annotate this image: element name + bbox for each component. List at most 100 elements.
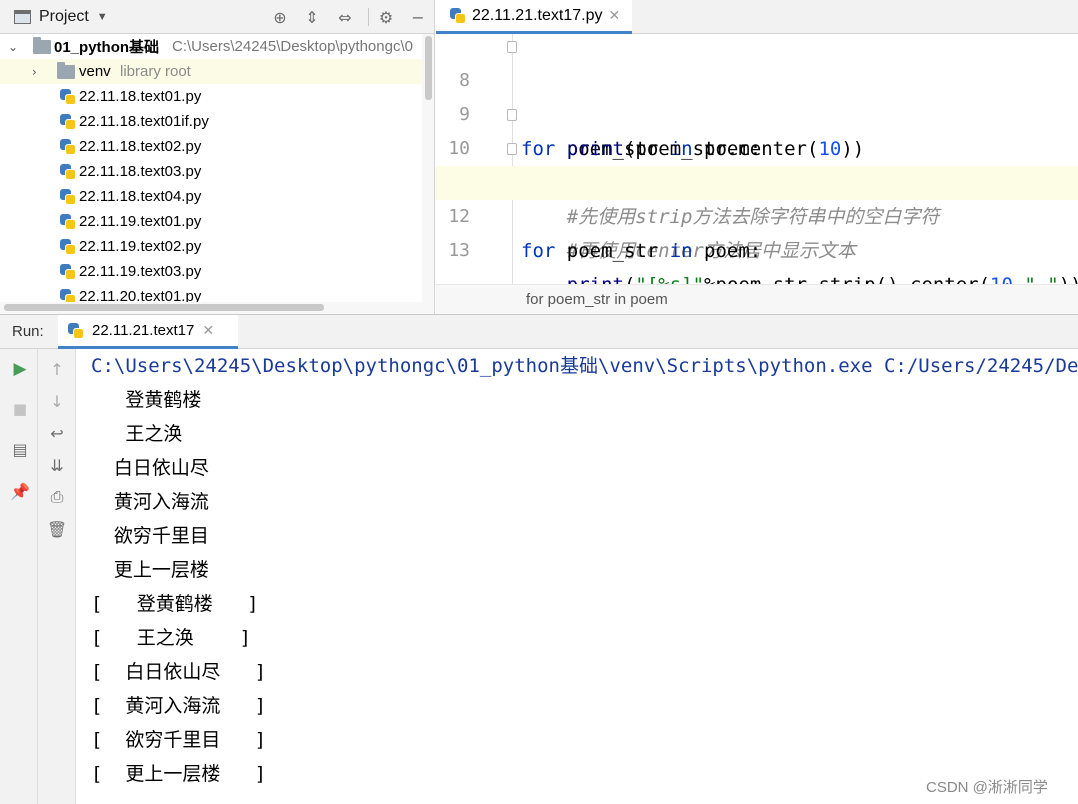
- scroll-to-end-icon[interactable]: ⇊: [45, 453, 69, 477]
- chevron-right-icon[interactable]: ›: [32, 65, 37, 79]
- scrollbar-thumb[interactable]: [425, 36, 432, 100]
- run-tab[interactable]: 22.11.21.text17 ✕: [58, 315, 238, 349]
- console-output-line: 登黄鹤楼: [91, 389, 202, 411]
- console-output-line: 黄河入海流: [91, 491, 209, 513]
- python-file-icon: [60, 163, 76, 180]
- folder-icon: [33, 37, 51, 54]
- python-file-icon: [60, 188, 76, 205]
- console-output-line: [ 更上一层楼 ]: [91, 763, 267, 785]
- scrollbar-thumb[interactable]: [4, 304, 324, 311]
- up-icon[interactable]: ↑: [45, 357, 69, 381]
- fold-marker-icon[interactable]: [507, 143, 517, 155]
- locate-icon[interactable]: ⊕: [269, 6, 291, 28]
- editor-tab-label: 22.11.21.text17.py: [472, 6, 603, 24]
- code-editor: 22.11.21.text17.py ✕ 8 for poem_str in p…: [436, 0, 1078, 314]
- file-name: 22.11.19.text03.py: [79, 263, 202, 280]
- editor-tab-bar: 22.11.21.text17.py ✕: [436, 0, 1078, 34]
- library-root-label: library root: [120, 63, 191, 80]
- fold-marker-icon[interactable]: [507, 41, 517, 53]
- console-output-line: 王之涣: [91, 423, 183, 445]
- tree-file[interactable]: 22.11.18.text04.py: [0, 184, 422, 209]
- console-output-line: 欲穷千里目: [91, 525, 209, 547]
- close-icon[interactable]: ✕: [608, 7, 620, 24]
- expand-all-icon[interactable]: ⇕: [301, 6, 323, 28]
- tree-file[interactable]: 22.11.19.text02.py: [0, 234, 422, 259]
- hide-icon[interactable]: −: [407, 6, 429, 28]
- watermark: CSDN @淅淅同学: [926, 779, 1048, 796]
- pin-icon[interactable]: 📌: [8, 479, 32, 503]
- file-name: 22.11.18.text01if.py: [79, 113, 209, 130]
- file-name: 22.11.18.text04.py: [79, 188, 202, 205]
- horizontal-scrollbar[interactable]: [0, 302, 434, 314]
- code-line[interactable]: 13 print("[%s]"%poem_str.strip().center(…: [436, 200, 1078, 296]
- python-file-icon: [450, 7, 466, 24]
- console-output[interactable]: C:\Users\24245\Desktop\pythongc\01_pytho…: [76, 349, 1078, 804]
- project-panel: Project ▼ ⊕ ⇕ ⇔ ⚙ − ⌄ 01_python基础 C:\Use…: [0, 0, 435, 314]
- run-tab-label: 22.11.21.text17: [92, 322, 195, 339]
- code-text: for poem_str in poem:: [521, 240, 762, 262]
- run-toolbar-right: ↑ ↓ ↩ ⇊ ⎙ 🗑: [38, 349, 76, 804]
- editor-tab[interactable]: 22.11.21.text17.py ✕: [436, 0, 632, 34]
- close-icon[interactable]: ✕: [202, 322, 214, 339]
- root-folder-path: C:\Users\24245\Desktop\pythongc\0: [172, 38, 413, 55]
- project-tree: ⌄ 01_python基础 C:\Users\24245\Desktop\pyt…: [0, 34, 422, 302]
- code-line[interactable]: 8 for poem_str in poem:: [436, 30, 1078, 160]
- code-line-current[interactable]: 12 for poem_str in poem:: [436, 166, 1078, 262]
- collapse-all-icon[interactable]: ⇔: [334, 6, 356, 28]
- rerun-icon[interactable]: ▶: [8, 357, 32, 381]
- file-name: 22.11.19.text01.py: [79, 213, 202, 230]
- down-icon[interactable]: ↓: [45, 389, 69, 413]
- tree-root[interactable]: ⌄ 01_python基础 C:\Users\24245\Desktop\pyt…: [0, 34, 422, 59]
- tree-file[interactable]: 22.11.18.text01.py: [0, 84, 422, 109]
- breadcrumb[interactable]: for poem_str in poem: [526, 291, 668, 308]
- python-icon: [68, 322, 84, 339]
- chevron-down-icon[interactable]: ▼: [97, 11, 108, 23]
- console-command-line: C:\Users\24245\Desktop\pythongc\01_pytho…: [91, 355, 1078, 377]
- tree-file[interactable]: 22.11.20.text01.py: [0, 284, 422, 302]
- tree-file[interactable]: 22.11.19.text03.py: [0, 259, 422, 284]
- console-output-line: 更上一层楼: [91, 559, 209, 581]
- breadcrumb-bar: for poem_str in poem: [436, 284, 1078, 314]
- python-file-icon: [60, 213, 76, 230]
- print-icon[interactable]: ⎙: [45, 485, 69, 509]
- tree-file[interactable]: 22.11.19.text01.py: [0, 209, 422, 234]
- file-name: 22.11.18.text02.py: [79, 138, 202, 155]
- console-output-line: [ 登黄鹤楼 ]: [91, 593, 259, 615]
- python-file-icon: [60, 288, 76, 302]
- project-header: Project ▼ ⊕ ⇕ ⇔ ⚙ −: [0, 0, 434, 34]
- tree-venv[interactable]: › venv library root: [0, 59, 422, 84]
- console-output-line: 白日依山尽: [91, 457, 209, 479]
- tree-file[interactable]: 22.11.18.text02.py: [0, 134, 422, 159]
- root-folder-name: 01_python基础: [54, 39, 160, 56]
- run-panel: Run: 22.11.21.text17 ✕ ▶ ■ ▤ 📌 ↑ ↓ ↩ ⇊ ⎙…: [0, 314, 1078, 804]
- trash-icon[interactable]: 🗑: [45, 517, 69, 541]
- code-line[interactable]: 9 print(poem_str.center(10)): [436, 64, 1078, 160]
- folder-icon: [57, 62, 75, 79]
- layout-icon[interactable]: ▤: [8, 437, 32, 461]
- line-number: 13: [448, 240, 470, 261]
- python-file-icon: [60, 238, 76, 255]
- run-label: Run:: [12, 323, 44, 340]
- file-name: 22.11.20.text01.py: [79, 288, 202, 302]
- console-output-line: [ 白日依山尽 ]: [91, 661, 267, 683]
- code-line[interactable]: 10 #先使用strip方法去除字符串中的空白字符: [436, 98, 1078, 228]
- chevron-down-icon[interactable]: ⌄: [8, 40, 18, 54]
- fold-marker-icon[interactable]: [507, 109, 517, 121]
- project-view-title[interactable]: Project: [39, 8, 89, 26]
- tree-file[interactable]: 22.11.18.text01if.py: [0, 109, 422, 134]
- venv-folder-name: venv: [79, 63, 111, 80]
- python-file-icon: [60, 88, 76, 105]
- vertical-scrollbar[interactable]: [422, 34, 434, 302]
- tree-file[interactable]: 22.11.18.text03.py: [0, 159, 422, 184]
- python-file-icon: [60, 113, 76, 130]
- console-output-line: [ 欲穷千里目 ]: [91, 729, 267, 751]
- stop-icon[interactable]: ■: [8, 397, 32, 421]
- file-name: 22.11.18.text03.py: [79, 163, 202, 180]
- code-line[interactable]: 11 #再使用center方法居中显示文本: [436, 132, 1078, 262]
- soft-wrap-icon[interactable]: ↩: [45, 421, 69, 445]
- console-output-line: [ 黄河入海流 ]: [91, 695, 267, 717]
- settings-icon[interactable]: ⚙: [375, 6, 397, 28]
- python-file-icon: [60, 263, 76, 280]
- project-view-icon: [14, 9, 31, 24]
- file-name: 22.11.18.text01.py: [79, 88, 202, 105]
